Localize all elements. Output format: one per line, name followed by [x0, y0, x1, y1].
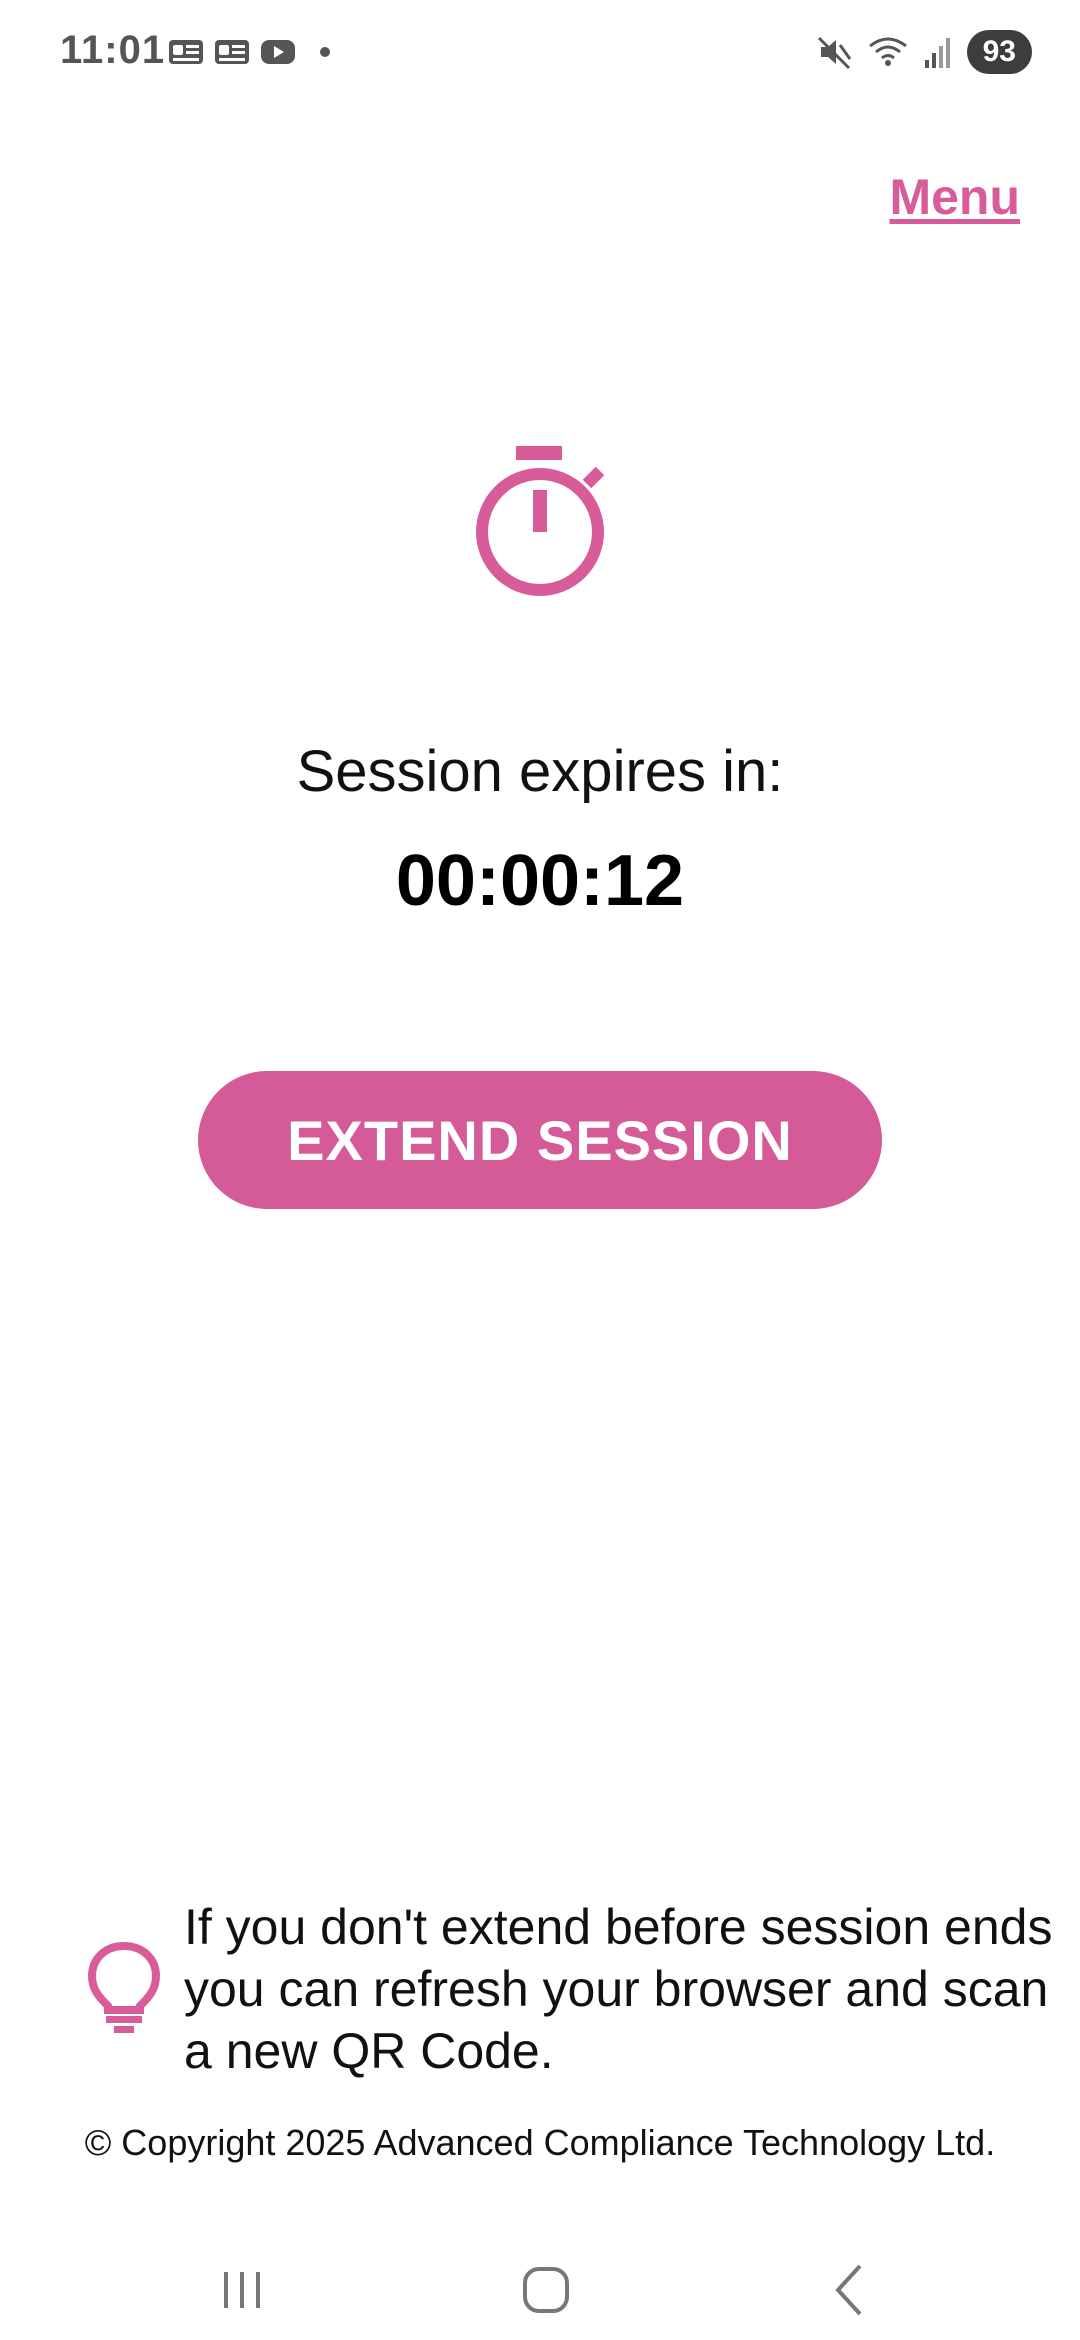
notification-app-icon	[215, 40, 249, 64]
status-bar: 11:01 93	[0, 0, 1080, 110]
back-icon[interactable]	[810, 2250, 890, 2330]
status-time: 11:01	[60, 28, 166, 72]
extend-session-button[interactable]: EXTEND SESSION	[198, 1071, 882, 1209]
session-countdown: 00:00:12	[395, 841, 685, 921]
mute-icon	[817, 36, 851, 70]
copyright-text: © Copyright 2025 Advanced Compliance Tec…	[84, 2122, 996, 2163]
lightbulb-icon	[87, 1941, 161, 2033]
home-icon[interactable]	[506, 2250, 586, 2330]
signal-icon	[924, 38, 950, 68]
system-status-icons: 93	[817, 30, 1032, 74]
notification-dot	[320, 47, 330, 57]
wifi-icon	[868, 37, 907, 66]
youtube-icon	[261, 40, 295, 64]
system-navigation-bar	[0, 2230, 1080, 2340]
notification-icons	[168, 38, 330, 66]
battery-icon: 93	[966, 30, 1032, 74]
recent-apps-icon[interactable]	[202, 2250, 282, 2330]
menu-link[interactable]: Menu	[889, 168, 1020, 226]
notification-app-icon	[169, 40, 203, 64]
stopwatch-icon	[476, 446, 605, 596]
session-expires-label: Session expires in:	[296, 739, 784, 804]
tip-text: If you don't extend before session ends …	[184, 1899, 1053, 2079]
